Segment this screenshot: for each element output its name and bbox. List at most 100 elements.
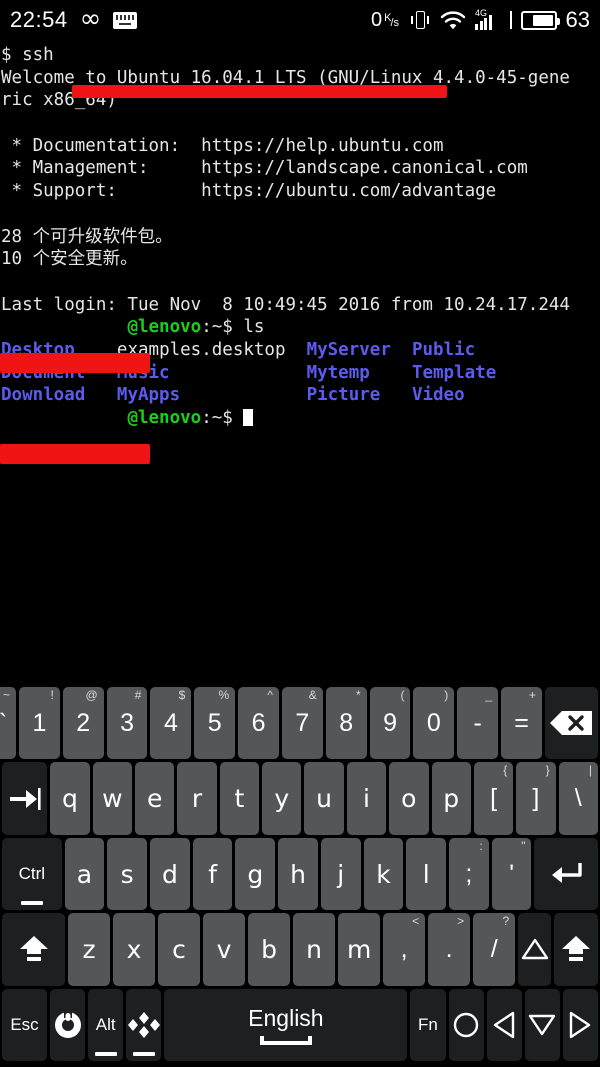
key-p[interactable]: p (431, 762, 471, 835)
key-v-label: v (216, 934, 232, 964)
key-alt[interactable]: Alt (88, 988, 124, 1062)
key-esc[interactable]: Esc (2, 988, 48, 1062)
key-7-shift-label: & (308, 688, 317, 702)
key-5-label: 5 (207, 708, 222, 737)
key-ctrl-label: Ctrl (18, 864, 46, 884)
key-l-label: l (422, 859, 430, 889)
key-period[interactable]: >. (428, 913, 471, 986)
key-5[interactable]: % 5 (194, 687, 236, 760)
key-tab[interactable] (2, 762, 48, 835)
key-equals[interactable]: + = (501, 687, 542, 760)
key-r[interactable]: r (177, 762, 217, 835)
key-quote[interactable]: " ' (491, 837, 532, 911)
key-enter[interactable] (534, 837, 599, 911)
terminal-text: MyServer (306, 339, 391, 360)
key-6[interactable]: ^ 6 (238, 687, 279, 760)
terminal-line: @lenovo:~$ ls (1, 316, 600, 339)
key-minus[interactable]: _ - (457, 687, 499, 760)
terminal-line: * Support: https://ubuntu.com/advantage (1, 180, 600, 203)
key-i[interactable]: i (346, 762, 387, 835)
key-t-label: t (234, 784, 245, 814)
key-1[interactable]: ! 1 (19, 687, 60, 760)
shift-icon (17, 934, 51, 964)
key-shift-right[interactable] (553, 913, 599, 986)
key-slash[interactable]: ? / (473, 913, 516, 986)
key-k[interactable]: k (363, 837, 404, 911)
key-d[interactable]: d (150, 837, 190, 911)
key-bracket-left[interactable]: {[ (473, 762, 514, 835)
space-bar-indicator (259, 1035, 312, 1045)
key-7[interactable]: & 7 (281, 687, 323, 760)
key-3[interactable]: #3 (106, 687, 148, 760)
key-circle[interactable] (448, 988, 484, 1062)
key-shift-left[interactable] (2, 913, 66, 986)
key-q[interactable]: q (50, 762, 90, 835)
key-4-label: 4 (163, 708, 178, 737)
key-bracket-left-label: [ (490, 784, 498, 813)
key-2[interactable]: @2 (62, 687, 104, 760)
key-b[interactable]: b (248, 913, 291, 986)
status-bar-left: 22:54 ∞ (10, 6, 138, 33)
key-2-label: 2 (76, 708, 91, 737)
on-screen-keyboard[interactable]: ~ `! 1 @2 #3 $4% 5 ^ 6 & 7 * 8(9) 0 _ - + = q w e r t y u i o p{[}]… (0, 685, 600, 1067)
key-4-shift-label: $ (178, 688, 186, 702)
enter-icon (548, 860, 584, 888)
key-z[interactable]: z (68, 913, 111, 986)
key-v[interactable]: v (203, 913, 246, 986)
key-u[interactable]: u (304, 762, 344, 835)
key-x[interactable]: x (113, 913, 156, 986)
key-e[interactable]: e (134, 762, 175, 835)
key-g[interactable]: g (235, 837, 276, 911)
key-l[interactable]: l (406, 837, 447, 911)
key-comma[interactable]: <, (383, 913, 426, 986)
key-w[interactable]: w (92, 762, 132, 835)
key-s[interactable]: s (107, 837, 148, 911)
key-backtick[interactable]: ~ ` (0, 687, 16, 760)
key-c-label: c (172, 934, 186, 964)
status-bar: 22:54 ∞ 0 K/s 4G 63 (0, 0, 600, 40)
key-0[interactable]: ) 0 (413, 687, 455, 760)
key-y-label: y (274, 784, 290, 814)
key-n[interactable]: n (293, 913, 336, 986)
key-arrow-right[interactable] (562, 988, 598, 1062)
key-j[interactable]: j (320, 837, 361, 911)
terminal-text: 28 个可升级软件包。 (1, 226, 173, 247)
key-9[interactable]: (9 (369, 687, 411, 760)
key-a[interactable]: a (64, 837, 105, 911)
key-y[interactable]: y (262, 762, 302, 835)
key-bracket-right[interactable]: }] (516, 762, 556, 835)
key-q-label: q (62, 784, 78, 814)
key-3-shift-label: # (134, 688, 142, 702)
diamond-cluster-icon (127, 1010, 160, 1040)
key-7-label: 7 (295, 708, 310, 737)
key-8[interactable]: * 8 (325, 687, 367, 760)
key-fn[interactable]: Fn (410, 988, 446, 1062)
key-arrow-down[interactable] (524, 988, 560, 1062)
terminal-output[interactable]: $ ssh Welcome to Ubuntu 16.04.1 LTS (GNU… (0, 40, 600, 685)
key-arrow-left[interactable] (486, 988, 522, 1062)
keyboard-qwerty-row: q w e r t y u i o p{[}] | \ (0, 762, 600, 837)
key-quote-shift-label: " (521, 838, 526, 853)
key-o[interactable]: o (389, 762, 429, 835)
key-arrow-up[interactable] (518, 913, 551, 986)
key-settings[interactable] (50, 988, 86, 1062)
key-ctrl[interactable]: Ctrl (2, 837, 62, 911)
key-4[interactable]: $4 (150, 687, 192, 760)
key-f-label: f (208, 859, 217, 889)
key-backslash[interactable]: | \ (558, 762, 598, 835)
key-t[interactable]: t (219, 762, 260, 835)
key-k-label: k (376, 859, 391, 889)
key-m[interactable]: m (338, 913, 381, 986)
key-h[interactable]: h (278, 837, 318, 911)
key-c[interactable]: c (158, 913, 201, 986)
key-d-label: d (161, 859, 178, 889)
key-symbols[interactable] (126, 988, 162, 1062)
key-f[interactable]: f (192, 837, 233, 911)
key-space[interactable]: English (164, 988, 408, 1062)
key-backspace[interactable] (544, 687, 599, 760)
key-semicolon[interactable]: :; (449, 837, 489, 911)
